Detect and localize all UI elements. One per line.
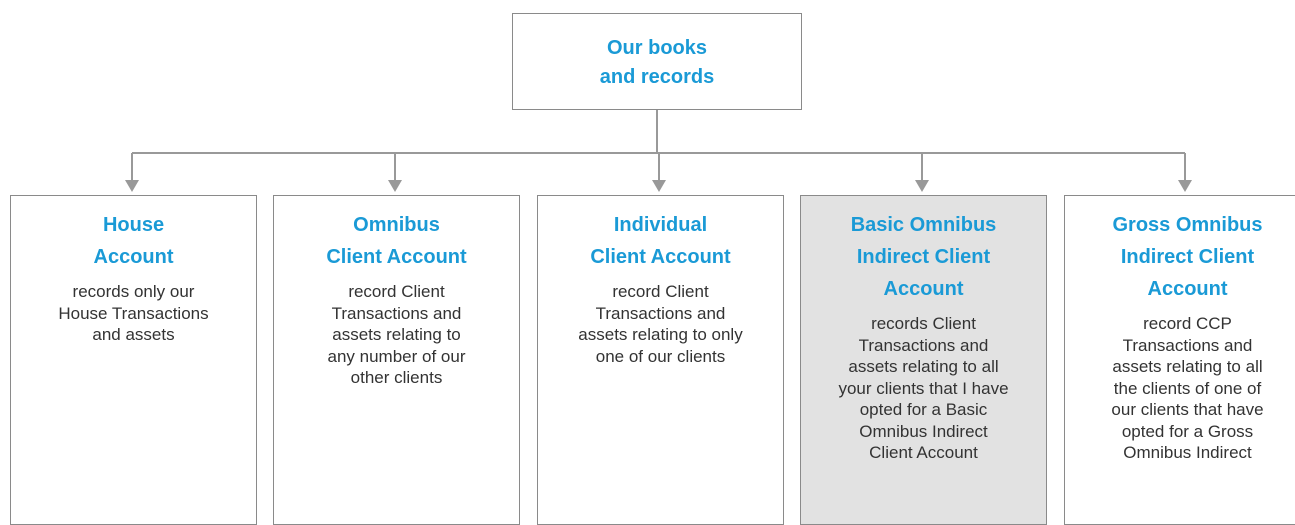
- title-line: Indirect Client: [1120, 246, 1255, 268]
- desc-line: other clients: [350, 368, 443, 387]
- desc-line: Transactions and: [595, 303, 726, 323]
- desc-line: assets relating to all: [848, 357, 999, 376]
- title-line: Omnibus: [353, 214, 440, 236]
- desc-line: assets relating to only: [578, 325, 743, 344]
- individual-client-account-box: Individual Client Account record Client …: [537, 195, 784, 525]
- basic-omnibus-indirect-client-account-description: records Client Transactions and assets r…: [801, 313, 1046, 464]
- desc-line: records Client: [871, 314, 976, 333]
- account-structure-diagram: Our books and records House Account reco…: [0, 0, 1295, 525]
- house-account-description: records only our House Transactions and …: [11, 281, 256, 346]
- desc-line: Transactions and: [858, 335, 989, 355]
- title-line: Gross Omnibus: [1112, 214, 1263, 236]
- gross-omnibus-indirect-client-account-box: Gross Omnibus Indirect Client Account re…: [1064, 195, 1295, 525]
- desc-line: record CCP: [1143, 314, 1232, 333]
- books-and-records-box: Our books and records: [512, 13, 802, 110]
- title-line: Account: [1147, 278, 1228, 300]
- individual-client-account-title: Individual Client Account: [538, 209, 783, 273]
- basic-omnibus-indirect-client-account-box: Basic Omnibus Indirect Client Account re…: [800, 195, 1047, 525]
- arrowhead-omnibus: [388, 180, 402, 192]
- house-account-box: House Account records only our House Tra…: [10, 195, 257, 525]
- title-line: Account: [883, 278, 964, 300]
- desc-line: the clients of one of: [1113, 378, 1262, 398]
- desc-line: assets relating to all: [1112, 357, 1263, 376]
- desc-line: House Transactions: [58, 303, 209, 323]
- gross-omnibus-indirect-client-account-description: record CCP Transactions and assets relat…: [1065, 313, 1295, 464]
- desc-line: Transactions and: [331, 303, 462, 323]
- desc-line: one of our clients: [595, 346, 726, 366]
- desc-line: opted for a Basic: [859, 400, 988, 419]
- arrowhead-basic-omnibus: [915, 180, 929, 192]
- house-account-title: House Account: [11, 209, 256, 273]
- title-line: Basic Omnibus: [850, 214, 997, 236]
- desc-line: record Client: [348, 282, 445, 301]
- individual-client-account-description: record Client Transactions and assets re…: [538, 281, 783, 367]
- omnibus-client-account-title: Omnibus Client Account: [274, 209, 519, 273]
- desc-line: our clients that have: [1111, 400, 1264, 419]
- omnibus-client-account-description: record Client Transactions and assets re…: [274, 281, 519, 389]
- desc-line: and assets: [92, 325, 175, 344]
- arrowhead-house: [125, 180, 139, 192]
- title-line: Client Account: [590, 246, 731, 268]
- arrowhead-individual: [652, 180, 666, 192]
- arrowhead-gross-omnibus: [1178, 180, 1192, 192]
- books-and-records-title: Our books and records: [513, 14, 801, 92]
- desc-line: records only our: [72, 282, 195, 301]
- root-title-line: and records: [599, 66, 715, 88]
- desc-line: record Client: [612, 282, 709, 301]
- root-title-line: Our books: [606, 37, 707, 59]
- title-line: House: [102, 214, 165, 236]
- desc-line: your clients that I have: [838, 378, 1009, 398]
- desc-line: Omnibus Indirect: [1123, 443, 1252, 462]
- title-line: Account: [93, 246, 174, 268]
- title-line: Client Account: [326, 246, 467, 268]
- title-line: Individual: [613, 214, 708, 236]
- desc-line: any number of our: [327, 346, 466, 366]
- gross-omnibus-indirect-client-account-title: Gross Omnibus Indirect Client Account: [1065, 209, 1295, 305]
- desc-line: Transactions and: [1122, 335, 1253, 355]
- desc-line: assets relating to: [332, 325, 461, 344]
- basic-omnibus-indirect-client-account-title: Basic Omnibus Indirect Client Account: [801, 209, 1046, 305]
- desc-line: Omnibus Indirect: [859, 421, 988, 441]
- title-line: Indirect Client: [856, 246, 991, 268]
- omnibus-client-account-box: Omnibus Client Account record Client Tra…: [273, 195, 520, 525]
- desc-line: Client Account: [869, 443, 978, 462]
- desc-line: opted for a Gross: [1121, 421, 1254, 441]
